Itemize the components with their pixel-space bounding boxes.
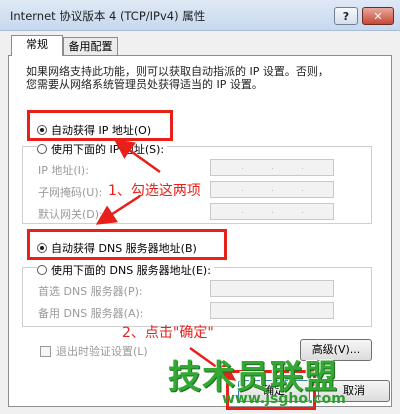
manual-dns-radio-row[interactable]: 使用下面的 DNS 服务器地址(E): [37, 262, 214, 278]
ip-address-label: IP 地址(I): [38, 164, 89, 177]
preferred-dns-label: 首选 DNS 服务器(P): [38, 285, 143, 298]
ip-address-input[interactable]: . . . [210, 159, 334, 176]
manual-ip-label: 使用下面的 IP 地址(S): [51, 143, 165, 156]
annotation-step-1: 1、勾选这两项 [108, 183, 201, 199]
title-bar: Internet 协议版本 4 (TCP/IPv4) 属性 ? ✕ [0, 0, 400, 31]
alternate-dns-label: 备用 DNS 服务器(A): [38, 307, 144, 320]
ip-octet-dot: . [301, 184, 304, 194]
ip-octet-dot: . [241, 162, 244, 172]
manual-ip-radio[interactable] [37, 144, 47, 154]
preferred-dns-input[interactable] [210, 280, 334, 297]
window-title: Internet 协议版本 4 (TCP/IPv4) 属性 [10, 9, 206, 23]
manual-ip-radio-row[interactable]: 使用下面的 IP 地址(S): [37, 141, 168, 157]
ip-octet-dot: . [241, 206, 244, 216]
watermark-url: www.jsgho.com [222, 391, 346, 407]
manual-dns-label: 使用下面的 DNS 服务器地址(E): [51, 264, 211, 277]
watermark: 技术员联盟 www.jsgho.com [168, 350, 390, 414]
alternate-dns-input[interactable] [210, 302, 334, 319]
tab-alternate-config[interactable]: 备用配置 [63, 37, 118, 56]
validate-on-exit-label: 退出时验证设置(L) [56, 345, 148, 358]
subnet-mask-input[interactable]: . . . [210, 181, 334, 198]
description-line-1: 如果网络支持此功能，则可以获取自动指派的 IP 设置。否则， [26, 65, 329, 78]
manual-dns-radio[interactable] [37, 265, 47, 275]
highlight-auto-dns [27, 229, 227, 260]
annotation-step-2: 2、点击"确定" [122, 325, 214, 341]
default-gateway-input[interactable]: . . . [210, 203, 334, 220]
ip-octet-dot: . [271, 206, 274, 216]
description-text: 如果网络支持此功能，则可以获取自动指派的 IP 设置。否则， 您需要从网络系统管… [26, 65, 366, 91]
ip-octet-dot: . [271, 162, 274, 172]
description-line-2: 您需要从网络系统管理员处获得适当的 IP 设置。 [26, 78, 263, 91]
validate-on-exit-checkbox[interactable] [40, 345, 51, 357]
tab-general[interactable]: 常规 [11, 35, 63, 56]
help-button[interactable]: ? [334, 7, 358, 25]
ip-octet-dot: . [271, 184, 274, 194]
ip-octet-dot: . [301, 206, 304, 216]
highlight-auto-ip [27, 110, 173, 141]
close-button[interactable]: ✕ [362, 7, 394, 25]
ip-octet-dot: . [241, 184, 244, 194]
default-gateway-label: 默认网关(D): [38, 208, 103, 221]
subnet-mask-label: 子网掩码(U): [38, 186, 103, 199]
validate-on-exit-row[interactable]: 退出时验证设置(L) [40, 343, 148, 359]
tcpip-properties-dialog: Internet 协议版本 4 (TCP/IPv4) 属性 ? ✕ 常规 备用配… [0, 0, 400, 414]
ip-octet-dot: . [301, 162, 304, 172]
